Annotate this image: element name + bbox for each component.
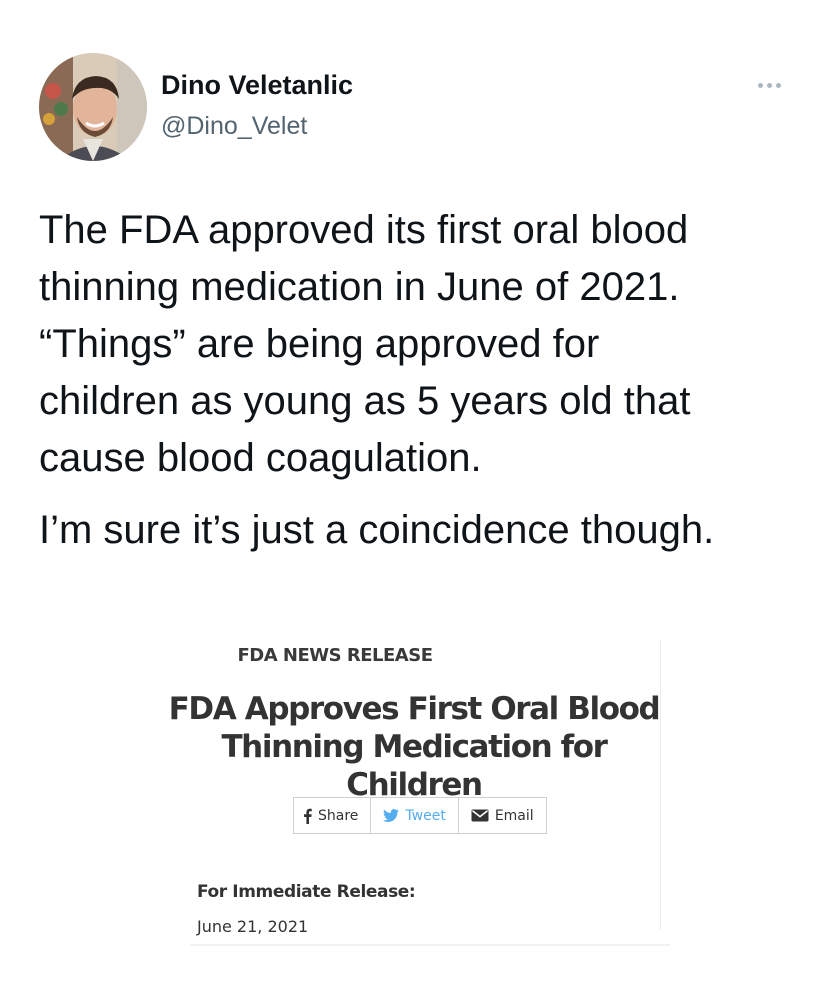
share-twitter-label: Tweet bbox=[405, 807, 446, 824]
tweet-text-line: children as young as 5 years old that bbox=[39, 379, 691, 423]
avatar[interactable] bbox=[39, 53, 147, 161]
tweet-text-line: thinning medication in June of 2021. bbox=[39, 265, 680, 309]
release-headline-line: Thinning Medication for Children bbox=[221, 729, 608, 803]
share-twitter-button[interactable]: Tweet bbox=[370, 798, 457, 833]
author-display-name[interactable]: Dino Veletanlic bbox=[161, 70, 353, 101]
tweet-text-closing: I’m sure it’s just a coincidence though. bbox=[39, 508, 715, 552]
twitter-bird-icon bbox=[383, 809, 400, 822]
tweet-text-line: cause blood coagulation. bbox=[39, 436, 482, 480]
share-email-label: Email bbox=[494, 807, 534, 824]
more-options-button[interactable] bbox=[746, 72, 792, 98]
author-handle[interactable]: @Dino_Velet bbox=[161, 112, 307, 141]
more-horizontal-icon bbox=[766, 82, 772, 88]
news-release-label: FDA NEWS RELEASE bbox=[237, 645, 434, 666]
release-date: June 21, 2021 bbox=[197, 917, 309, 936]
tweet-text-line: The FDA approved its first oral blood bbox=[39, 208, 689, 252]
tweet-text-line: “Things” are being approved for bbox=[39, 322, 600, 366]
release-type-label: For Immediate Release: bbox=[197, 882, 416, 902]
profile-photo bbox=[39, 53, 147, 161]
attached-image-bottom-edge bbox=[190, 944, 670, 946]
share-facebook-button[interactable]: Share bbox=[294, 798, 370, 833]
tweet-text: The FDA approved its first oral blood th… bbox=[39, 202, 799, 487]
release-headline-line: FDA Approves First Oral Blood bbox=[168, 691, 661, 727]
facebook-icon bbox=[304, 808, 312, 824]
more-horizontal-icon bbox=[775, 82, 781, 88]
more-horizontal-icon bbox=[757, 82, 763, 88]
share-email-button[interactable]: Email bbox=[457, 798, 546, 833]
share-facebook-label: Share bbox=[318, 807, 359, 824]
release-headline: FDA Approves First Oral Blood Thinning M… bbox=[160, 690, 668, 804]
envelope-icon bbox=[471, 809, 489, 822]
share-bar: Share Tweet Email bbox=[293, 797, 547, 834]
